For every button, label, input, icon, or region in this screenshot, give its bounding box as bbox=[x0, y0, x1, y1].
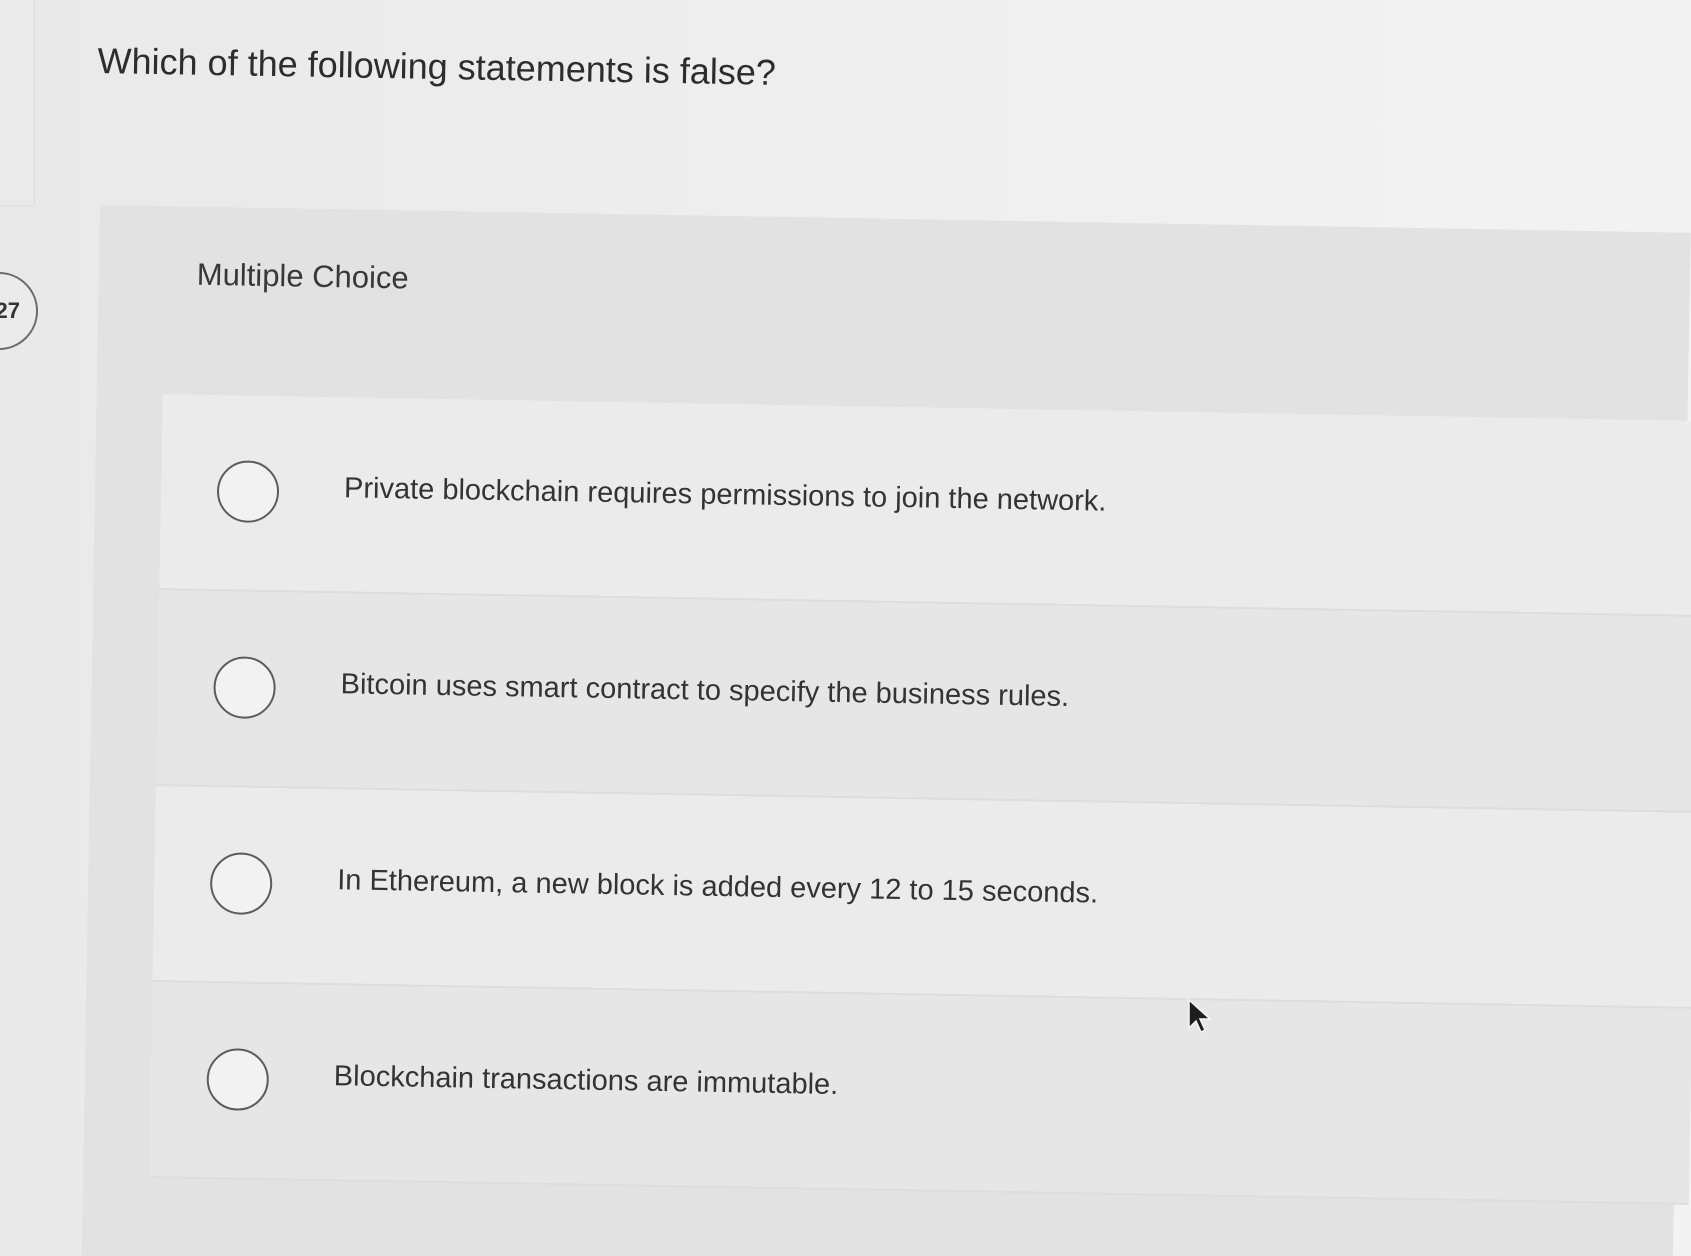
answer-option-label: Private blockchain requires permissions … bbox=[343, 472, 1107, 518]
answer-option[interactable]: In Ethereum, a new block is added every … bbox=[152, 786, 1691, 1009]
answer-option-label: Bitcoin uses smart contract to specify t… bbox=[340, 668, 1070, 713]
question-number: 27 bbox=[0, 298, 20, 323]
radio-circle-icon[interactable] bbox=[216, 460, 280, 524]
answer-option-label: Blockchain transactions are immutable. bbox=[333, 1060, 839, 1102]
radio-circle-icon[interactable] bbox=[206, 1048, 270, 1112]
multiple-choice-panel: Multiple Choice Private blockchain requi… bbox=[81, 205, 1691, 1256]
question-type-label: Multiple Choice bbox=[196, 256, 410, 296]
answer-option[interactable]: Private blockchain requires permissions … bbox=[159, 394, 1691, 617]
left-nav-strip bbox=[0, 0, 35, 206]
answer-options-list: Private blockchain requires permissions … bbox=[149, 394, 1691, 1205]
answer-option[interactable]: Bitcoin uses smart contract to specify t… bbox=[155, 590, 1691, 813]
question-number-badge[interactable]: 27 bbox=[0, 272, 38, 350]
radio-circle-icon[interactable] bbox=[209, 852, 273, 916]
answer-option-label: In Ethereum, a new block is added every … bbox=[336, 864, 1099, 910]
radio-circle-icon[interactable] bbox=[213, 656, 277, 720]
quiz-screen: 27 Which of the following statements is … bbox=[0, 0, 1691, 1256]
question-prompt: Which of the following statements is fal… bbox=[97, 40, 777, 93]
mouse-pointer-icon bbox=[1188, 998, 1212, 1034]
answer-option[interactable]: Blockchain transactions are immutable. bbox=[149, 982, 1691, 1205]
